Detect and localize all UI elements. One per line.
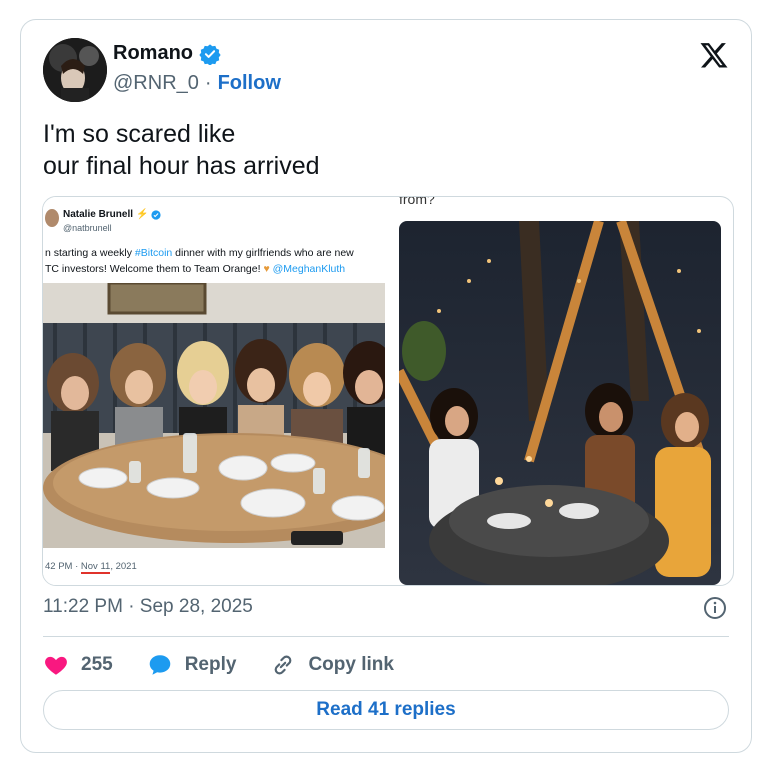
tweet-text-line-2: our final hour has arrived (43, 152, 320, 180)
lightning-icon: ⚡ (136, 209, 149, 220)
heart-icon (45, 656, 67, 675)
read-replies-button[interactable]: Read 41 replies (43, 690, 729, 730)
group-dinner-photo (43, 283, 385, 548)
tweet-card: Romano @RNR_0 · Follow I'm so scared lik… (20, 19, 752, 753)
media-attachment[interactable]: Natalie Brunell ⚡ @natbrunell n starting… (42, 196, 734, 586)
quoted-author-row: Natalie Brunell ⚡ (63, 209, 162, 220)
quoted-text: n starting a weekly #Bitcoin dinner with… (45, 245, 385, 277)
author-handle-row: @RNR_0 · Follow (113, 72, 281, 95)
quoted-handle: @natbrunell (63, 223, 112, 233)
tweet-timestamp[interactable]: 11:22 PM · Sep 28, 2025 (43, 596, 253, 618)
like-button[interactable]: 255 (43, 652, 113, 678)
copy-link-label: Copy link (308, 654, 394, 675)
quoted-hashtag: #Bitcoin (134, 247, 173, 259)
copy-link-button[interactable]: Copy link (270, 652, 394, 678)
reply-button[interactable]: Reply (147, 652, 237, 678)
action-bar: 255 Reply Copy link (43, 650, 428, 680)
right-caption: from? (399, 196, 435, 207)
quoted-date-underlined: Nov 11 (80, 561, 111, 574)
quoted-tweet-screenshot[interactable]: Natalie Brunell ⚡ @natbrunell n starting… (43, 197, 389, 585)
info-icon[interactable] (703, 596, 727, 620)
follow-button[interactable]: Follow (218, 72, 281, 95)
x-logo-icon[interactable] (699, 40, 729, 70)
quoted-text-part2: dinner with my girlfriends who are new (172, 247, 354, 259)
quoted-author-name: Natalie Brunell (63, 209, 134, 220)
orange-heart-icon: ♥ (263, 263, 270, 275)
quoted-text-part1: n starting a weekly (45, 247, 135, 259)
reply-label: Reply (184, 654, 237, 675)
author-name[interactable]: Romano (113, 42, 193, 65)
separator-dot: · (204, 72, 212, 94)
divider (43, 636, 729, 637)
author-handle[interactable]: @RNR_0 (113, 72, 199, 95)
tweet-text: I'm so scared like our final hour has ar… (43, 118, 320, 182)
quoted-verified-icon (151, 209, 162, 220)
like-count: 255 (81, 654, 113, 675)
reply-bubble-icon (149, 655, 170, 675)
author-name-row: Romano (113, 42, 221, 65)
quoted-timestamp: 42 PM · Nov 11, 2021 (45, 561, 137, 574)
quoted-mention: @MeghanKluth (272, 263, 346, 275)
link-icon (275, 655, 292, 675)
quoted-text-line2: TC investors! Welcome them to Team Orang… (45, 263, 264, 275)
rooftop-dinner-photo (399, 221, 721, 585)
quoted-avatar (45, 209, 59, 227)
avatar[interactable] (43, 38, 107, 102)
tweet-text-line-1: I'm so scared like (43, 120, 236, 148)
verified-badge-icon (199, 43, 221, 65)
